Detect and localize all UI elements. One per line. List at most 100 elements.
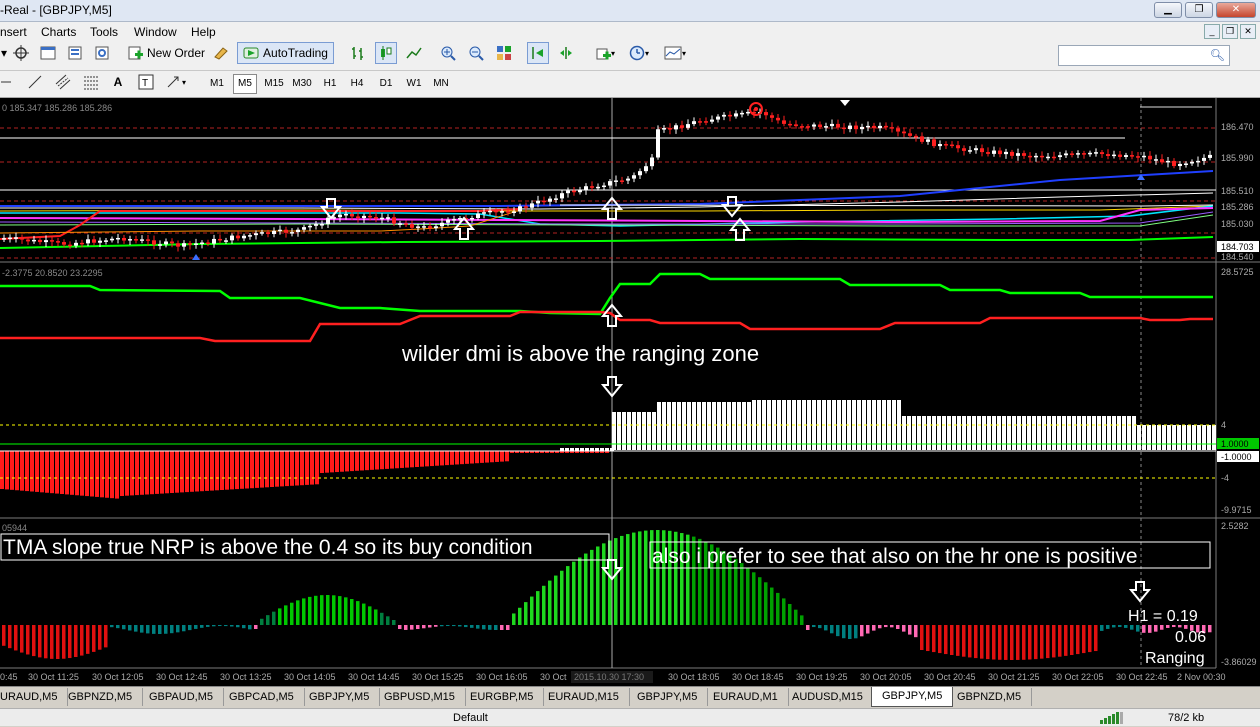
timeframe-h1[interactable]: H1	[318, 74, 342, 94]
slope-bar-negative	[860, 625, 864, 637]
slope-bar-negative	[932, 625, 936, 653]
slope-bar-positive	[320, 595, 324, 625]
slope-bar-negative	[146, 625, 150, 634]
tile-windows-icon[interactable]	[493, 42, 515, 64]
search-input[interactable]: 🔍︎	[1058, 45, 1230, 66]
histogram-bar-positive	[907, 416, 911, 450]
candle-body	[716, 116, 720, 120]
histogram-bar-positive	[1212, 425, 1216, 450]
slope-bar-negative	[896, 625, 900, 629]
chart-tab[interactable]: GBPNZD,M5	[947, 688, 1033, 706]
timeframe-h4[interactable]: H4	[345, 74, 369, 94]
crosshair-icon[interactable]	[10, 42, 32, 64]
chart-tab[interactable]: GBPUSD,M15	[374, 688, 466, 706]
histogram-bar-positive	[1002, 416, 1006, 450]
slope-bar-negative	[1016, 625, 1020, 660]
search-icon[interactable]: 🔍︎	[1210, 48, 1225, 62]
candle-body	[644, 166, 648, 172]
slope-bar-negative	[1124, 625, 1128, 628]
histogram-bar-positive	[712, 402, 716, 450]
candle-body	[398, 223, 402, 225]
text-icon[interactable]: A	[108, 71, 128, 93]
chart-tab[interactable]: EURGBP,M5	[460, 688, 545, 706]
timeframe-m15[interactable]: M15	[261, 74, 287, 94]
slope-bar-negative	[830, 625, 834, 634]
line-chart-icon[interactable]	[403, 42, 425, 64]
menu-help[interactable]: Help	[191, 25, 216, 39]
histogram-bar-negative	[455, 451, 459, 465]
text-label-icon[interactable]: T	[136, 71, 156, 93]
candle-body	[920, 136, 924, 142]
zoom-in-icon[interactable]	[437, 42, 459, 64]
chart-tab[interactable]: EURAUD,M1	[703, 688, 789, 706]
menu-charts[interactable]: Charts	[41, 25, 76, 39]
histogram-bar-negative	[295, 451, 299, 486]
menu-window[interactable]: Window	[134, 25, 177, 39]
histogram-bar-negative	[265, 451, 269, 488]
chart-tab[interactable]: GBPJPY,M5	[627, 688, 709, 706]
auto-scroll-icon[interactable]	[527, 42, 549, 64]
price-tick: 185.286	[1221, 202, 1254, 212]
strategy-tester-icon[interactable]	[91, 42, 113, 64]
autotrading-button[interactable]: AutoTrading	[237, 42, 334, 64]
timeframe-d1[interactable]: D1	[374, 74, 398, 94]
timeframe-w1[interactable]: W1	[402, 74, 426, 94]
chart-tab[interactable]: AUDUSD,M15	[782, 688, 874, 706]
time-label: 2 Nov 00:30	[1177, 672, 1226, 682]
periods-icon[interactable]: ▾	[625, 42, 653, 64]
histogram-bar-positive	[1062, 416, 1066, 450]
mdi-minimize-button[interactable]: _	[1204, 24, 1220, 39]
templates-icon[interactable]: ▾	[660, 42, 690, 64]
menu-tools[interactable]: Tools	[90, 25, 118, 39]
chart-tab[interactable]: EURAUD,M15	[538, 688, 630, 706]
metaeditor-icon[interactable]	[210, 42, 232, 64]
market-watch-icon[interactable]	[37, 42, 59, 64]
histogram-bar-negative	[255, 451, 259, 488]
timeframe-m30[interactable]: M30	[289, 74, 315, 94]
chart-tab[interactable]: GBPCAD,M5	[219, 688, 305, 706]
minimize-button[interactable]: ▁	[1154, 2, 1182, 18]
restore-button[interactable]: ❐	[1185, 2, 1213, 18]
chart-canvas[interactable]: wilder dmi is above the ranging zone TMA…	[0, 98, 1260, 686]
channel-icon[interactable]	[52, 71, 74, 93]
timeframe-m5[interactable]: M5	[233, 74, 257, 94]
slope-bar-negative	[80, 625, 84, 656]
timeframe-mn[interactable]: MN	[429, 74, 453, 94]
histogram-bar-positive	[722, 402, 726, 450]
toolbar-arrow-icon[interactable]: ▾	[0, 42, 8, 64]
chart-tab[interactable]: GBPJPY,M5	[299, 688, 381, 706]
timeframe-m1[interactable]: M1	[205, 74, 229, 94]
chart-tab[interactable]: GBPNZD,M5	[58, 688, 144, 706]
chart-window[interactable]: wilder dmi is above the ranging zone TMA…	[0, 98, 1260, 686]
histogram-bar-positive	[1022, 416, 1026, 450]
navigator-icon[interactable]	[64, 42, 86, 64]
histogram-bar-positive	[997, 416, 1001, 450]
bar-chart-icon[interactable]	[347, 42, 369, 64]
candle-body	[86, 239, 90, 244]
fibonacci-icon[interactable]	[80, 71, 102, 93]
current-value-label: 0.06	[1175, 629, 1206, 646]
histogram-bar-negative	[410, 451, 414, 468]
menu-insert[interactable]: nsert	[0, 25, 27, 39]
candlestick-icon[interactable]	[375, 42, 397, 64]
arrows-icon[interactable]: ▾	[162, 71, 190, 93]
chart-tab[interactable]: GBPAUD,M5	[139, 688, 224, 706]
histogram-bar-positive	[687, 402, 691, 450]
new-order-button[interactable]: New Order	[126, 42, 206, 64]
candle-body	[422, 226, 426, 228]
time-label: 30 Oct 22:05	[1052, 672, 1104, 682]
close-button[interactable]: ✕	[1216, 2, 1256, 18]
indicators-icon[interactable]: ▾	[591, 42, 619, 64]
candle-body	[962, 148, 966, 151]
mdi-close-button[interactable]: ✕	[1240, 24, 1256, 39]
trendline-icon[interactable]	[24, 71, 46, 93]
mdi-restore-button[interactable]: ❐	[1222, 24, 1238, 39]
horizontal-line-icon[interactable]	[0, 71, 12, 93]
histogram-bar-positive	[1192, 425, 1196, 450]
zoom-out-icon[interactable]	[465, 42, 487, 64]
slope-bar-positive	[338, 596, 342, 625]
slope-bar-negative	[1172, 625, 1176, 628]
chart-shift-icon[interactable]	[555, 42, 577, 64]
chart-tab-active[interactable]: GBPJPY,M5	[871, 687, 954, 707]
candle-body	[488, 210, 492, 213]
